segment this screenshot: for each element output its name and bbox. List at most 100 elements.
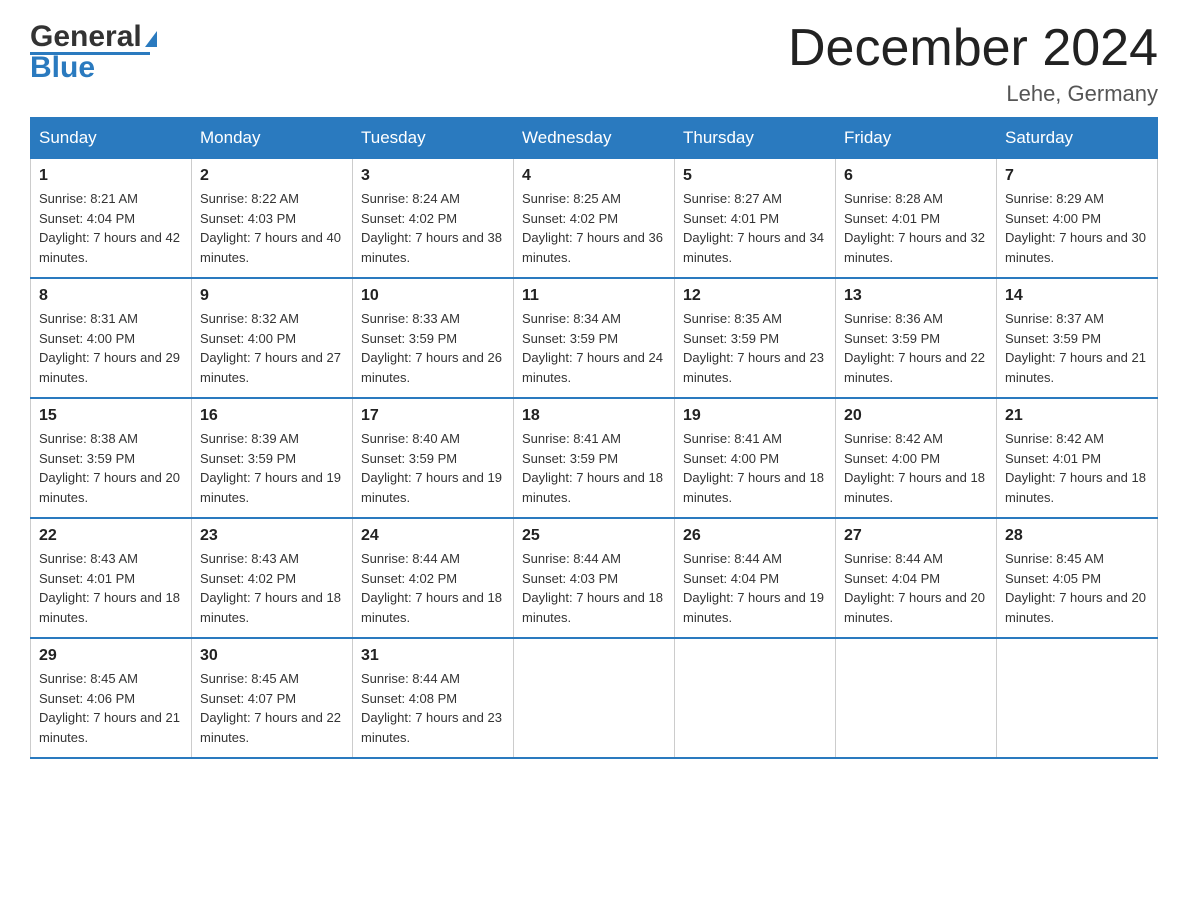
day-info: Sunrise: 8:40 AM Sunset: 3:59 PM Dayligh… bbox=[361, 429, 505, 507]
day-number: 20 bbox=[844, 407, 988, 425]
table-row: 25 Sunrise: 8:44 AM Sunset: 4:03 PM Dayl… bbox=[514, 518, 675, 638]
day-number: 1 bbox=[39, 167, 183, 185]
day-number: 15 bbox=[39, 407, 183, 425]
col-thursday: Thursday bbox=[675, 118, 836, 159]
calendar-week-1: 1 Sunrise: 8:21 AM Sunset: 4:04 PM Dayli… bbox=[31, 159, 1158, 279]
col-wednesday: Wednesday bbox=[514, 118, 675, 159]
table-row: 26 Sunrise: 8:44 AM Sunset: 4:04 PM Dayl… bbox=[675, 518, 836, 638]
day-info: Sunrise: 8:45 AM Sunset: 4:07 PM Dayligh… bbox=[200, 669, 344, 747]
logo-blue-text: Blue bbox=[30, 51, 95, 85]
day-number: 11 bbox=[522, 287, 666, 305]
day-number: 24 bbox=[361, 527, 505, 545]
calendar-week-2: 8 Sunrise: 8:31 AM Sunset: 4:00 PM Dayli… bbox=[31, 278, 1158, 398]
logo-triangle-icon bbox=[145, 31, 157, 47]
day-number: 23 bbox=[200, 527, 344, 545]
day-info: Sunrise: 8:41 AM Sunset: 4:00 PM Dayligh… bbox=[683, 429, 827, 507]
day-info: Sunrise: 8:24 AM Sunset: 4:02 PM Dayligh… bbox=[361, 189, 505, 267]
table-row: 1 Sunrise: 8:21 AM Sunset: 4:04 PM Dayli… bbox=[31, 159, 192, 279]
table-row: 14 Sunrise: 8:37 AM Sunset: 3:59 PM Dayl… bbox=[997, 278, 1158, 398]
day-number: 10 bbox=[361, 287, 505, 305]
day-info: Sunrise: 8:27 AM Sunset: 4:01 PM Dayligh… bbox=[683, 189, 827, 267]
day-number: 9 bbox=[200, 287, 344, 305]
table-row: 4 Sunrise: 8:25 AM Sunset: 4:02 PM Dayli… bbox=[514, 159, 675, 279]
table-row bbox=[997, 638, 1158, 758]
table-row: 15 Sunrise: 8:38 AM Sunset: 3:59 PM Dayl… bbox=[31, 398, 192, 518]
day-info: Sunrise: 8:37 AM Sunset: 3:59 PM Dayligh… bbox=[1005, 309, 1149, 387]
day-info: Sunrise: 8:28 AM Sunset: 4:01 PM Dayligh… bbox=[844, 189, 988, 267]
table-row: 16 Sunrise: 8:39 AM Sunset: 3:59 PM Dayl… bbox=[192, 398, 353, 518]
day-number: 21 bbox=[1005, 407, 1149, 425]
day-info: Sunrise: 8:29 AM Sunset: 4:00 PM Dayligh… bbox=[1005, 189, 1149, 267]
calendar-week-4: 22 Sunrise: 8:43 AM Sunset: 4:01 PM Dayl… bbox=[31, 518, 1158, 638]
logo: General Blue bbox=[30, 20, 157, 85]
day-info: Sunrise: 8:42 AM Sunset: 4:00 PM Dayligh… bbox=[844, 429, 988, 507]
day-number: 2 bbox=[200, 167, 344, 185]
day-number: 13 bbox=[844, 287, 988, 305]
day-number: 17 bbox=[361, 407, 505, 425]
day-number: 12 bbox=[683, 287, 827, 305]
table-row: 28 Sunrise: 8:45 AM Sunset: 4:05 PM Dayl… bbox=[997, 518, 1158, 638]
table-row: 31 Sunrise: 8:44 AM Sunset: 4:08 PM Dayl… bbox=[353, 638, 514, 758]
table-row: 2 Sunrise: 8:22 AM Sunset: 4:03 PM Dayli… bbox=[192, 159, 353, 279]
calendar-table: Sunday Monday Tuesday Wednesday Thursday… bbox=[30, 117, 1158, 759]
day-info: Sunrise: 8:31 AM Sunset: 4:00 PM Dayligh… bbox=[39, 309, 183, 387]
day-info: Sunrise: 8:39 AM Sunset: 3:59 PM Dayligh… bbox=[200, 429, 344, 507]
day-info: Sunrise: 8:45 AM Sunset: 4:06 PM Dayligh… bbox=[39, 669, 183, 747]
calendar-week-5: 29 Sunrise: 8:45 AM Sunset: 4:06 PM Dayl… bbox=[31, 638, 1158, 758]
day-number: 5 bbox=[683, 167, 827, 185]
day-number: 4 bbox=[522, 167, 666, 185]
day-number: 28 bbox=[1005, 527, 1149, 545]
col-friday: Friday bbox=[836, 118, 997, 159]
table-row bbox=[675, 638, 836, 758]
col-monday: Monday bbox=[192, 118, 353, 159]
table-row: 20 Sunrise: 8:42 AM Sunset: 4:00 PM Dayl… bbox=[836, 398, 997, 518]
day-info: Sunrise: 8:43 AM Sunset: 4:02 PM Dayligh… bbox=[200, 549, 344, 627]
table-row: 13 Sunrise: 8:36 AM Sunset: 3:59 PM Dayl… bbox=[836, 278, 997, 398]
day-info: Sunrise: 8:21 AM Sunset: 4:04 PM Dayligh… bbox=[39, 189, 183, 267]
table-row: 19 Sunrise: 8:41 AM Sunset: 4:00 PM Dayl… bbox=[675, 398, 836, 518]
day-info: Sunrise: 8:36 AM Sunset: 3:59 PM Dayligh… bbox=[844, 309, 988, 387]
day-number: 29 bbox=[39, 647, 183, 665]
day-number: 7 bbox=[1005, 167, 1149, 185]
table-row: 8 Sunrise: 8:31 AM Sunset: 4:00 PM Dayli… bbox=[31, 278, 192, 398]
day-info: Sunrise: 8:44 AM Sunset: 4:04 PM Dayligh… bbox=[844, 549, 988, 627]
month-title: December 2024 bbox=[788, 20, 1158, 77]
day-number: 27 bbox=[844, 527, 988, 545]
table-row: 6 Sunrise: 8:28 AM Sunset: 4:01 PM Dayli… bbox=[836, 159, 997, 279]
table-row: 9 Sunrise: 8:32 AM Sunset: 4:00 PM Dayli… bbox=[192, 278, 353, 398]
day-number: 6 bbox=[844, 167, 988, 185]
day-info: Sunrise: 8:44 AM Sunset: 4:03 PM Dayligh… bbox=[522, 549, 666, 627]
table-row: 29 Sunrise: 8:45 AM Sunset: 4:06 PM Dayl… bbox=[31, 638, 192, 758]
day-info: Sunrise: 8:38 AM Sunset: 3:59 PM Dayligh… bbox=[39, 429, 183, 507]
col-sunday: Sunday bbox=[31, 118, 192, 159]
day-info: Sunrise: 8:41 AM Sunset: 3:59 PM Dayligh… bbox=[522, 429, 666, 507]
day-info: Sunrise: 8:45 AM Sunset: 4:05 PM Dayligh… bbox=[1005, 549, 1149, 627]
table-row: 7 Sunrise: 8:29 AM Sunset: 4:00 PM Dayli… bbox=[997, 159, 1158, 279]
calendar-week-3: 15 Sunrise: 8:38 AM Sunset: 3:59 PM Dayl… bbox=[31, 398, 1158, 518]
table-row: 10 Sunrise: 8:33 AM Sunset: 3:59 PM Dayl… bbox=[353, 278, 514, 398]
day-info: Sunrise: 8:44 AM Sunset: 4:04 PM Dayligh… bbox=[683, 549, 827, 627]
day-info: Sunrise: 8:44 AM Sunset: 4:08 PM Dayligh… bbox=[361, 669, 505, 747]
table-row bbox=[836, 638, 997, 758]
table-row: 17 Sunrise: 8:40 AM Sunset: 3:59 PM Dayl… bbox=[353, 398, 514, 518]
table-row: 22 Sunrise: 8:43 AM Sunset: 4:01 PM Dayl… bbox=[31, 518, 192, 638]
col-saturday: Saturday bbox=[997, 118, 1158, 159]
day-info: Sunrise: 8:33 AM Sunset: 3:59 PM Dayligh… bbox=[361, 309, 505, 387]
table-row: 21 Sunrise: 8:42 AM Sunset: 4:01 PM Dayl… bbox=[997, 398, 1158, 518]
location: Lehe, Germany bbox=[788, 81, 1158, 107]
table-row bbox=[514, 638, 675, 758]
day-info: Sunrise: 8:25 AM Sunset: 4:02 PM Dayligh… bbox=[522, 189, 666, 267]
table-row: 27 Sunrise: 8:44 AM Sunset: 4:04 PM Dayl… bbox=[836, 518, 997, 638]
day-number: 30 bbox=[200, 647, 344, 665]
page-header: General Blue December 2024 Lehe, Germany bbox=[30, 20, 1158, 107]
calendar-header-row: Sunday Monday Tuesday Wednesday Thursday… bbox=[31, 118, 1158, 159]
table-row: 12 Sunrise: 8:35 AM Sunset: 3:59 PM Dayl… bbox=[675, 278, 836, 398]
table-row: 24 Sunrise: 8:44 AM Sunset: 4:02 PM Dayl… bbox=[353, 518, 514, 638]
day-number: 22 bbox=[39, 527, 183, 545]
day-number: 8 bbox=[39, 287, 183, 305]
table-row: 18 Sunrise: 8:41 AM Sunset: 3:59 PM Dayl… bbox=[514, 398, 675, 518]
day-info: Sunrise: 8:42 AM Sunset: 4:01 PM Dayligh… bbox=[1005, 429, 1149, 507]
day-info: Sunrise: 8:22 AM Sunset: 4:03 PM Dayligh… bbox=[200, 189, 344, 267]
day-info: Sunrise: 8:32 AM Sunset: 4:00 PM Dayligh… bbox=[200, 309, 344, 387]
table-row: 30 Sunrise: 8:45 AM Sunset: 4:07 PM Dayl… bbox=[192, 638, 353, 758]
